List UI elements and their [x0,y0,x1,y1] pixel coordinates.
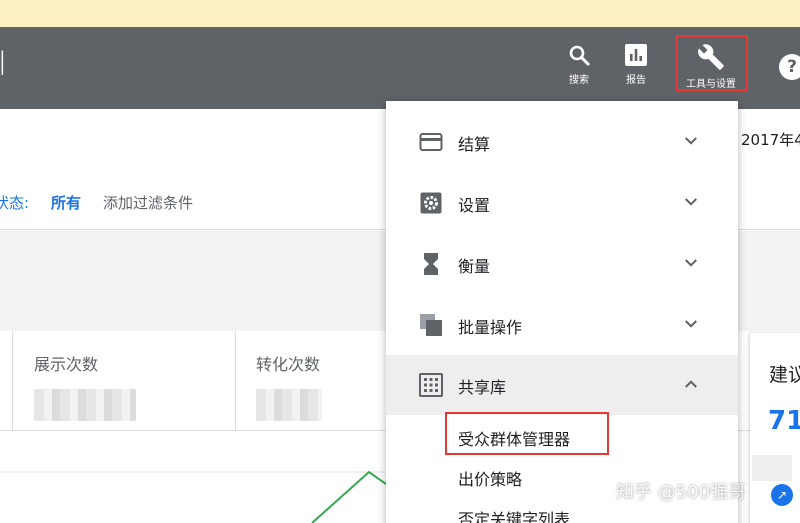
report-icon [625,44,647,66]
chevron-up-icon [685,380,697,388]
date-range[interactable]: 2017年4 [741,129,800,150]
recommendation-title: 建议 [769,364,800,386]
grid-icon [419,373,443,397]
settings-icon [420,192,442,214]
page-title-fragment: l [0,45,7,83]
chevron-down-icon [685,137,697,145]
tools-settings-menu: 结算 设置 衡量 批量操作 共享库 受众群体管理器 出价策略 否定关键字列表 [386,101,738,523]
notice-banner [0,0,800,27]
menu-item-label: 共享库 [458,378,507,397]
menu-item-bulk-actions[interactable]: 批量操作 [386,295,738,355]
help-icon[interactable]: ? [779,54,800,80]
tools-highlight-box [676,35,748,91]
watermark: 知乎 @500强哥 [616,482,747,503]
stat-divider [235,331,236,431]
top-app-bar: l 搜索 报告 工具与设置 ? [0,27,800,109]
stat-divider [12,331,13,431]
report-label: 报告 [626,75,646,86]
chevron-down-icon [685,320,697,328]
submenu-negative-keyword-lists[interactable]: 否定关键字列表 [458,506,570,523]
conversions-value-blurred [256,389,322,421]
performance-chart [0,470,386,523]
card-placeholder [752,455,792,481]
add-filter-button[interactable]: 添加过滤条件 [103,192,193,213]
menu-item-label: 结算 [458,135,491,154]
search-button[interactable]: 搜索 [553,37,605,95]
menu-item-measurement[interactable]: 衡量 [386,234,738,294]
search-label: 搜索 [569,75,589,86]
card-icon [419,133,443,151]
conversions-label: 转化次数 [256,355,321,374]
menu-item-settings[interactable]: 设置 [386,173,738,233]
status-filter-value[interactable]: 所有 [51,192,81,213]
trend-up-icon[interactable]: ↗ [771,484,793,506]
chevron-down-icon [685,198,697,206]
menu-item-billing[interactable]: 结算 [386,112,738,172]
copy-icon [420,314,442,336]
audience-manager-highlight-box [445,412,609,455]
menu-item-label: 批量操作 [458,318,523,337]
hourglass-icon [424,253,438,275]
submenu-bid-strategies[interactable]: 出价策略 [458,466,522,490]
menu-item-label: 衡量 [458,257,491,276]
chart-series-line [311,470,386,523]
menu-item-shared-library[interactable]: 共享库 [386,355,738,415]
recommendation-score: 71 [768,406,800,436]
impressions-label: 展示次数 [34,355,99,374]
report-button[interactable]: 报告 [610,37,662,95]
status-filter-label: 状态: [0,194,30,212]
chevron-down-icon [685,259,697,267]
tools-settings-button[interactable]: 工具与设置 [673,35,749,95]
search-icon [569,45,590,66]
menu-item-label: 设置 [458,196,491,215]
impressions-value-blurred [34,389,136,421]
